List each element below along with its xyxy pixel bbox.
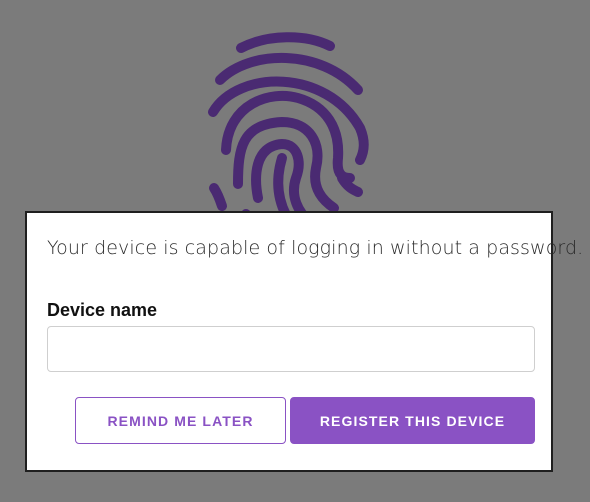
device-registration-dialog: Your device is capable of logging in wit… — [25, 211, 584, 472]
remind-me-later-button[interactable]: REMIND ME LATER — [75, 397, 286, 444]
dialog-message: Your device is capable of logging in wit… — [47, 237, 584, 259]
device-name-input[interactable] — [47, 326, 535, 372]
register-this-device-button[interactable]: REGISTER THIS DEVICE — [290, 397, 535, 444]
fingerprint-icon — [208, 32, 369, 238]
device-name-label: Device name — [47, 300, 158, 320]
